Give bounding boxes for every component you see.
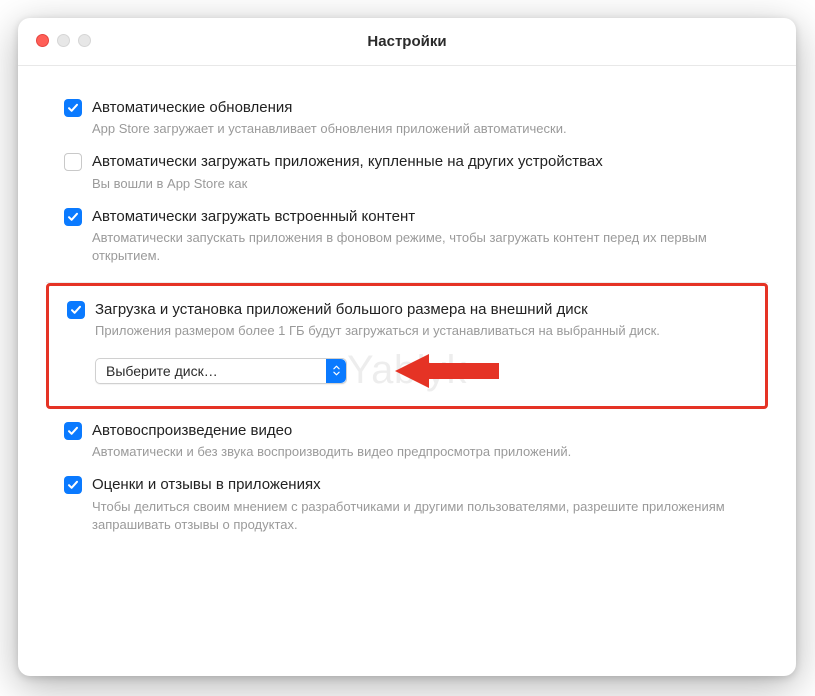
setting-desc: Автоматически и без звука воспроизводить… [92, 443, 750, 461]
close-icon[interactable] [36, 34, 49, 47]
setting-label: Автоматически загружать приложения, купл… [92, 152, 750, 172]
setting-desc: Чтобы делиться своим мнением с разработч… [92, 498, 750, 534]
titlebar: Настройки [18, 18, 796, 66]
autoplay-video-checkbox[interactable] [64, 422, 82, 440]
check-icon [67, 479, 79, 491]
setting-desc: App Store загружает и устанавливает обно… [92, 120, 750, 138]
setting-label: Автовоспроизведение видео [92, 421, 750, 441]
chevron-up-icon [333, 365, 340, 370]
zoom-icon[interactable] [78, 34, 91, 47]
auto-download-content-checkbox[interactable] [64, 208, 82, 226]
setting-row: Автоматически загружать встроенный конте… [64, 207, 750, 266]
setting-desc: Вы вошли в App Store как [92, 175, 750, 193]
check-icon [67, 102, 79, 114]
setting-row: Автоматически загружать приложения, купл… [64, 152, 750, 192]
disk-select[interactable]: Выберите диск… [95, 358, 347, 384]
settings-window: Настройки Yablyk Автоматические обновлен… [18, 18, 796, 676]
setting-row: Автовоспроизведение видео Автоматически … [64, 421, 750, 461]
ratings-reviews-checkbox[interactable] [64, 476, 82, 494]
setting-row: Оценки и отзывы в приложениях Чтобы дели… [64, 475, 750, 534]
external-disk-checkbox[interactable] [67, 301, 85, 319]
setting-row: Загрузка и установка приложений большого… [67, 300, 747, 340]
settings-group: Автовоспроизведение видео Автоматически … [46, 409, 768, 550]
settings-group: Автоматические обновления App Store загр… [46, 86, 768, 283]
setting-desc: Автоматически запускать приложения в фон… [92, 229, 750, 265]
highlighted-section: Загрузка и установка приложений большого… [46, 283, 768, 409]
check-icon [67, 425, 79, 437]
setting-label: Загрузка и установка приложений большого… [95, 300, 747, 320]
disk-select-value: Выберите диск… [106, 363, 218, 379]
popup-chevrons-icon [326, 359, 346, 383]
setting-label: Автоматически загружать встроенный конте… [92, 207, 750, 227]
auto-updates-checkbox[interactable] [64, 99, 82, 117]
setting-row: Автоматические обновления App Store загр… [64, 98, 750, 138]
content-area: Автоматические обновления App Store загр… [18, 66, 796, 574]
check-icon [67, 211, 79, 223]
chevron-down-icon [333, 371, 340, 376]
window-title: Настройки [18, 33, 796, 50]
setting-label: Автоматические обновления [92, 98, 750, 118]
arrow-annotation-icon [395, 350, 505, 392]
setting-desc: Приложения размером более 1 ГБ будут заг… [95, 322, 747, 340]
check-icon [70, 304, 82, 316]
auto-download-purchased-checkbox[interactable] [64, 153, 82, 171]
minimize-icon[interactable] [57, 34, 70, 47]
disk-select-row: Выберите диск… [95, 358, 747, 384]
traffic-lights [36, 34, 91, 47]
setting-label: Оценки и отзывы в приложениях [92, 475, 750, 495]
